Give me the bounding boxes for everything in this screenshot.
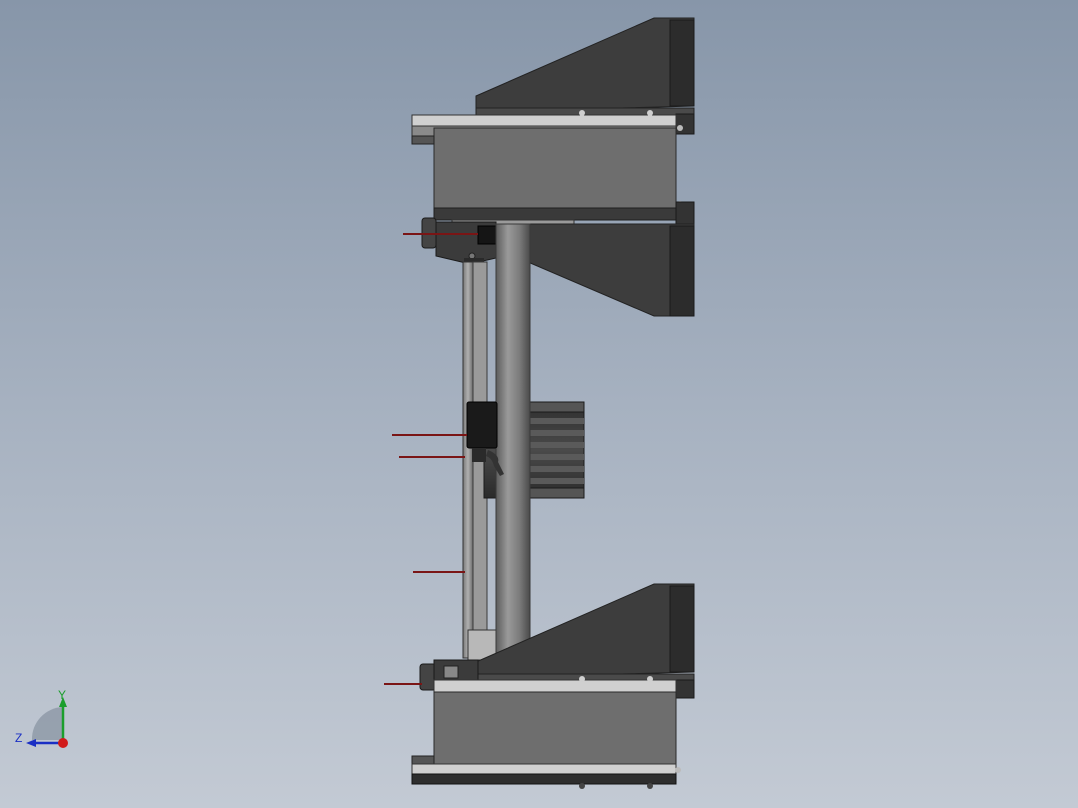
lower-housing-block [411, 676, 681, 789]
z-axis-label: Z [15, 731, 23, 745]
graphics-viewport[interactable]: Y Z [0, 0, 1078, 808]
assembly-model[interactable] [0, 0, 1078, 808]
x-axis-dot [58, 738, 68, 748]
upper-housing-block [411, 110, 683, 227]
guide-rod [495, 223, 531, 681]
y-axis-label: Y [58, 688, 67, 702]
